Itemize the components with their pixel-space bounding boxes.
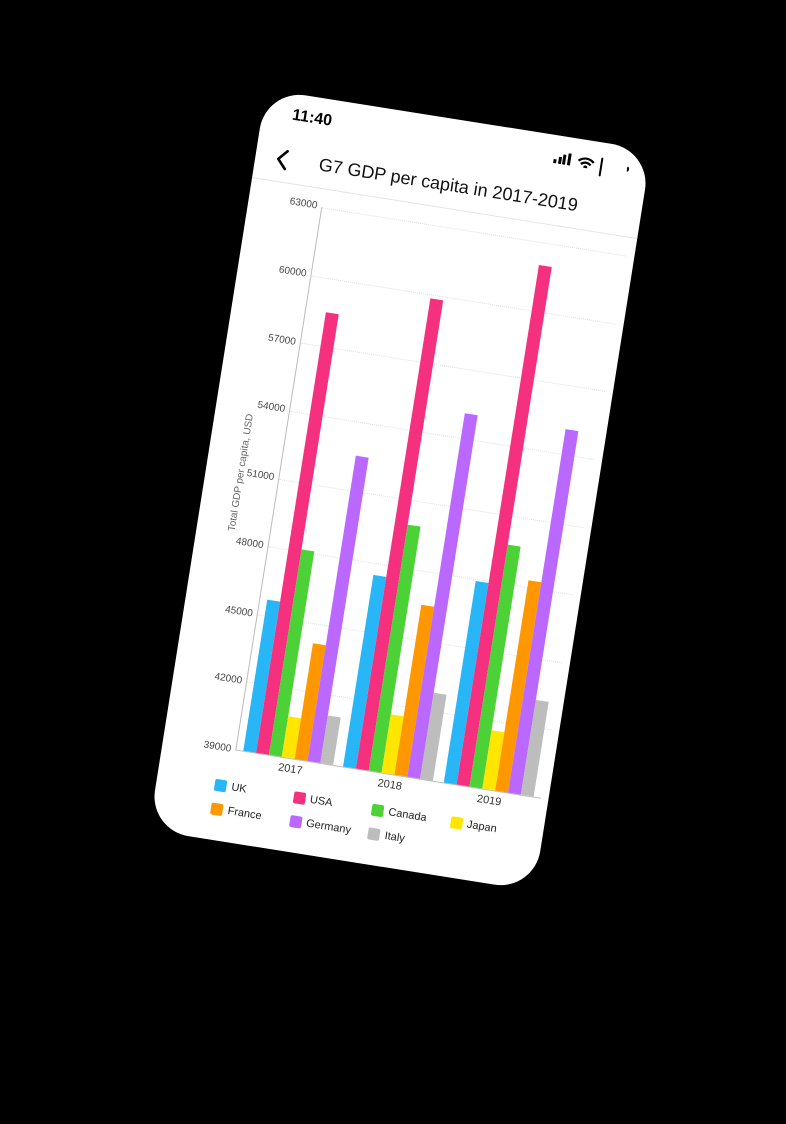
bar-germany[interactable] (508, 429, 578, 795)
back-button[interactable] (265, 142, 299, 176)
y-tick: 48000 (236, 542, 263, 546)
legend-label: Germany (305, 818, 352, 837)
status-indicators (553, 151, 627, 174)
y-tick: 51000 (247, 474, 274, 478)
y-tick: 54000 (257, 406, 284, 410)
battery-icon (599, 158, 627, 174)
y-tick: 42000 (214, 678, 241, 682)
legend-label: UK (230, 781, 247, 795)
y-tick: 45000 (225, 610, 252, 614)
legend-label: Japan (466, 819, 497, 836)
wifi-icon (577, 155, 596, 170)
legend-item-japan[interactable]: Japan (448, 811, 526, 845)
legend-label: France (227, 805, 263, 822)
chart-container: Total GDP per capita, USD 63000600005700… (149, 178, 637, 891)
legend-swatch (367, 827, 381, 841)
y-tick: 63000 (290, 202, 317, 206)
legend-swatch (210, 802, 224, 816)
legend-label: Italy (384, 830, 406, 845)
legend-swatch (371, 804, 385, 818)
legend-swatch (449, 816, 463, 830)
clock: 11:40 (291, 107, 333, 131)
legend-label: Canada (388, 806, 428, 824)
y-tick: 57000 (268, 338, 295, 342)
cellular-signal-icon (553, 151, 573, 166)
legend-swatch (214, 779, 228, 793)
y-tick: 60000 (279, 270, 306, 274)
legend-swatch (292, 791, 306, 805)
y-tick: 39000 (204, 745, 231, 749)
phone-frame: 11:40 G7 GDP pe (149, 89, 652, 891)
legend-label: USA (309, 794, 333, 809)
legend-swatch (288, 815, 302, 829)
